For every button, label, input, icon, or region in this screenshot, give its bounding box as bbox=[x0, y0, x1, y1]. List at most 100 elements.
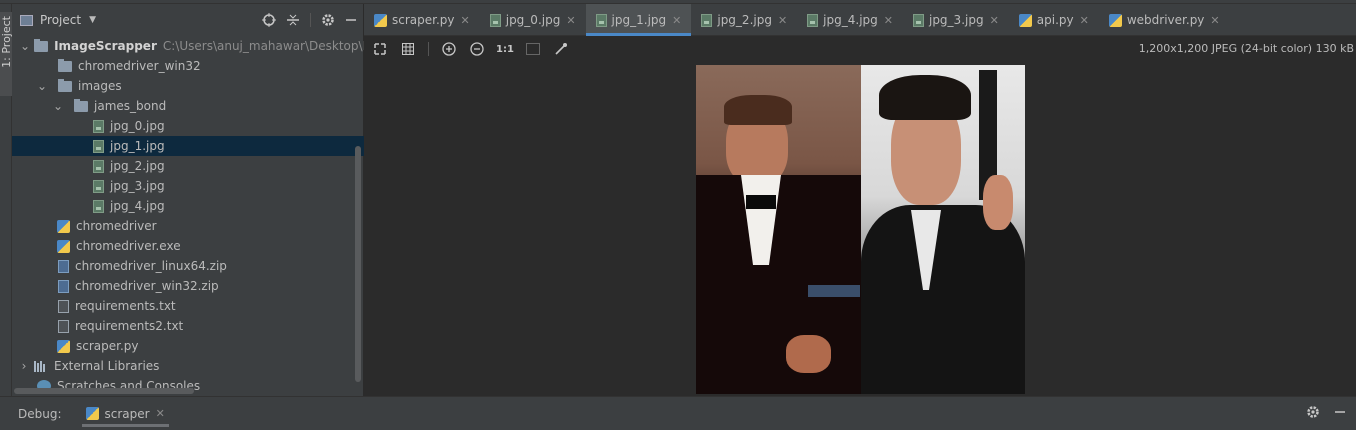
image-preview bbox=[696, 65, 1025, 394]
gear-icon[interactable] bbox=[321, 13, 335, 27]
tab-jpg-4[interactable]: jpg_4.jpg ✕ bbox=[797, 4, 903, 36]
header-divider bbox=[310, 13, 311, 27]
tree-item-chromedriver[interactable]: chromedriver bbox=[12, 216, 364, 236]
tree-item-label: jpg_3.jpg bbox=[110, 179, 165, 193]
chevron-down-icon[interactable]: ▼ bbox=[89, 15, 96, 25]
python-file-icon bbox=[57, 239, 70, 253]
debug-tab-scraper[interactable]: scraper ✕ bbox=[78, 397, 173, 430]
close-icon[interactable]: ✕ bbox=[1210, 14, 1219, 27]
python-file-icon bbox=[85, 407, 99, 420]
tree-item-jpg-3[interactable]: jpg_3.jpg bbox=[12, 176, 364, 196]
tree-item-chromedriver-linux64-zip[interactable]: chromedriver_linux64.zip bbox=[12, 256, 364, 276]
ide-window: 1: Project Project ▼ ⌄ ImageScrapper C:\… bbox=[0, 0, 1356, 430]
tree-item-scraper-py[interactable]: scraper.py bbox=[12, 336, 364, 356]
chevron-down-icon[interactable]: ⌄ bbox=[36, 76, 48, 96]
tree-item-requirements-txt[interactable]: requirements.txt bbox=[12, 296, 364, 316]
tree-item-james-bond[interactable]: ⌄ james_bond bbox=[12, 96, 364, 116]
tree-item-external-libraries[interactable]: › External Libraries bbox=[12, 356, 364, 376]
tree-item-chromedriver-exe[interactable]: chromedriver.exe bbox=[12, 236, 364, 256]
close-icon[interactable]: ✕ bbox=[566, 14, 575, 27]
editor-area: scraper.py ✕ jpg_0.jpg ✕ jpg_1.jpg ✕ jpg… bbox=[364, 4, 1356, 396]
image-file-icon bbox=[93, 179, 104, 193]
tree-item-label: jpg_2.jpg bbox=[110, 159, 165, 173]
fit-to-window-icon[interactable] bbox=[372, 41, 388, 57]
left-tool-stripe: 1: Project bbox=[0, 4, 13, 396]
close-icon[interactable]: ✕ bbox=[778, 14, 787, 27]
minimize-icon[interactable] bbox=[345, 14, 357, 26]
tab-jpg-0[interactable]: jpg_0.jpg ✕ bbox=[480, 4, 586, 36]
tab-jpg-2[interactable]: jpg_2.jpg ✕ bbox=[691, 4, 797, 36]
tree-item-chromedriver-win32[interactable]: chromedriver_win32 bbox=[12, 56, 364, 76]
tree-item-label: chromedriver_win32.zip bbox=[75, 279, 219, 293]
image-detail bbox=[724, 95, 792, 125]
tab-jpg-3[interactable]: jpg_3.jpg ✕ bbox=[903, 4, 1009, 36]
tab-label: api.py bbox=[1036, 13, 1074, 27]
tree-item-jpg-0[interactable]: jpg_0.jpg bbox=[12, 116, 364, 136]
image-file-icon bbox=[93, 199, 104, 213]
background-toggle-icon[interactable] bbox=[525, 41, 541, 57]
image-detail bbox=[879, 75, 971, 120]
python-file-icon bbox=[57, 339, 70, 353]
image-file-icon bbox=[595, 13, 607, 27]
locate-icon[interactable] bbox=[262, 13, 276, 27]
folder-icon bbox=[58, 78, 72, 92]
close-icon[interactable]: ✕ bbox=[1080, 14, 1089, 27]
tab-label: jpg_1.jpg bbox=[611, 13, 667, 27]
tab-webdriver-py[interactable]: webdriver.py ✕ bbox=[1099, 4, 1230, 36]
close-icon[interactable]: ✕ bbox=[156, 407, 165, 420]
debug-tab-label: scraper bbox=[104, 406, 150, 421]
actual-size-button[interactable]: 1:1 bbox=[496, 41, 514, 57]
project-panel-header: Project ▼ bbox=[12, 4, 363, 36]
tree-item-requirements2-txt[interactable]: requirements2.txt bbox=[12, 316, 364, 336]
library-icon bbox=[34, 360, 48, 372]
chevron-down-icon[interactable]: ⌄ bbox=[20, 36, 30, 56]
tree-item-label: requirements.txt bbox=[75, 299, 176, 313]
collapse-all-icon[interactable] bbox=[286, 13, 300, 27]
tree-item-images[interactable]: ⌄ images bbox=[12, 76, 364, 96]
vertical-scrollbar[interactable] bbox=[355, 146, 361, 382]
image-detail bbox=[983, 175, 1013, 230]
tree-item-jpg-1[interactable]: jpg_1.jpg bbox=[12, 136, 364, 156]
close-icon[interactable]: ✕ bbox=[672, 14, 681, 27]
tree-item-label: scraper.py bbox=[76, 339, 139, 353]
grid-icon[interactable] bbox=[400, 41, 416, 57]
tree-item-label: requirements2.txt bbox=[75, 319, 184, 333]
tree-item-jpg-4[interactable]: jpg_4.jpg bbox=[12, 196, 364, 216]
tree-item-label: jpg_0.jpg bbox=[110, 119, 165, 133]
close-icon[interactable]: ✕ bbox=[990, 14, 999, 27]
editor-tabs: scraper.py ✕ jpg_0.jpg ✕ jpg_1.jpg ✕ jpg… bbox=[364, 4, 1356, 36]
debug-label: Debug: bbox=[18, 406, 62, 421]
zoom-in-icon[interactable] bbox=[441, 41, 457, 57]
chevron-down-icon[interactable]: ⌄ bbox=[52, 96, 64, 116]
tab-label: jpg_4.jpg bbox=[823, 13, 878, 27]
image-file-icon bbox=[701, 13, 713, 27]
tab-api-py[interactable]: api.py ✕ bbox=[1009, 4, 1099, 36]
tree-item-imagescrapper[interactable]: ⌄ ImageScrapper C:\Users\anuj_mahawar\De… bbox=[12, 36, 404, 56]
zoom-out-icon[interactable] bbox=[469, 41, 485, 57]
python-file-icon bbox=[374, 13, 387, 27]
image-file-icon bbox=[489, 13, 501, 27]
tab-scraper-py[interactable]: scraper.py ✕ bbox=[364, 4, 480, 36]
text-file-icon bbox=[58, 319, 69, 333]
horizontal-scrollbar[interactable] bbox=[14, 388, 194, 394]
close-icon[interactable]: ✕ bbox=[461, 14, 470, 27]
tree-item-label: images bbox=[78, 79, 122, 93]
text-file-icon bbox=[58, 299, 69, 313]
project-icon bbox=[20, 14, 33, 26]
chevron-right-icon[interactable]: › bbox=[18, 356, 30, 376]
gear-icon[interactable] bbox=[1306, 405, 1320, 422]
tab-jpg-1[interactable]: jpg_1.jpg ✕ bbox=[585, 4, 692, 36]
image-file-icon bbox=[807, 13, 819, 27]
color-picker-icon[interactable] bbox=[553, 41, 569, 57]
toolbar-divider bbox=[428, 42, 429, 56]
tree-item-jpg-2[interactable]: jpg_2.jpg bbox=[12, 156, 364, 176]
close-icon[interactable]: ✕ bbox=[884, 14, 893, 27]
image-info: 1,200x1,200 JPEG (24-bit color) 130 kB bbox=[1138, 42, 1354, 55]
image-detail bbox=[808, 285, 860, 297]
tree-item-label: ImageScrapper bbox=[54, 39, 157, 53]
project-tool-tab[interactable]: 1: Project bbox=[0, 12, 13, 96]
tree-item-chromedriver-win32-zip[interactable]: chromedriver_win32.zip bbox=[12, 276, 364, 296]
tab-label: jpg_0.jpg bbox=[505, 13, 561, 27]
minimize-icon[interactable] bbox=[1334, 406, 1346, 421]
project-panel-title[interactable]: Project bbox=[40, 13, 81, 27]
